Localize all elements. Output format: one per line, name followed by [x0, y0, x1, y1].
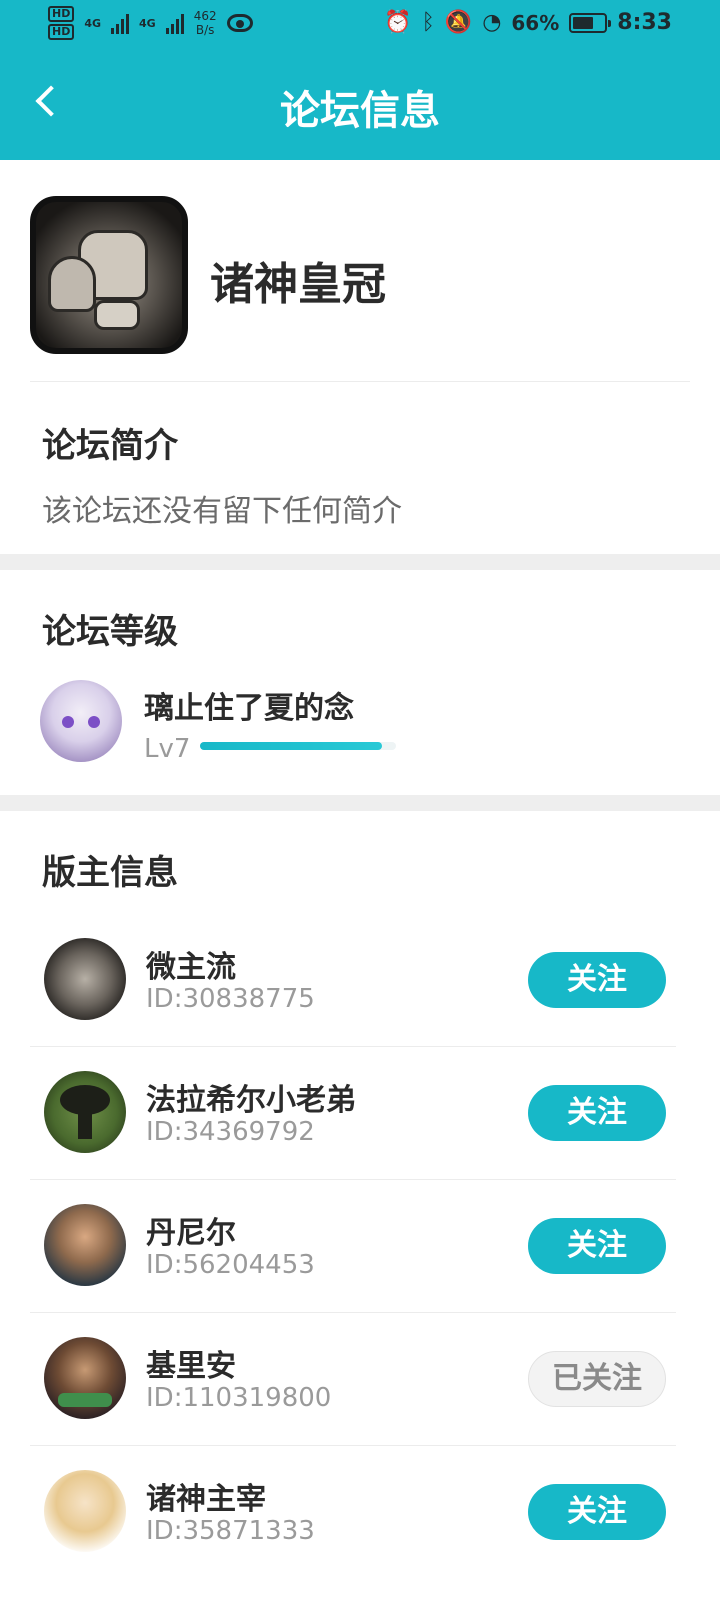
moderator-name: 诸神主宰: [146, 1482, 266, 1517]
page-title: 论坛信息: [280, 88, 440, 134]
level-user-name: 璃止住了夏的念: [144, 691, 354, 726]
follow-button[interactable]: 关注: [528, 1484, 666, 1540]
moderator-name: 基里安: [146, 1349, 236, 1384]
hd-badge-1: HD: [48, 6, 75, 22]
moderator-id: ID:34369792: [146, 1117, 315, 1147]
header-bar: HD HD 4G 4G 462 B/s ⏰ ᛒ 🔕 ◔ 66% 8:33 论坛信…: [0, 0, 720, 160]
moderator-name: 丹尼尔: [146, 1216, 236, 1251]
alarm-icon: ⏰: [384, 9, 412, 35]
intro-title: 论坛简介: [42, 426, 178, 466]
status-left: HD HD 4G 4G 462 B/s: [48, 6, 253, 40]
avatar[interactable]: [44, 938, 126, 1020]
network-speed-unit: B/s: [195, 23, 215, 37]
bell-off-icon: 🔕: [444, 9, 473, 35]
level-title: 论坛等级: [42, 612, 178, 652]
avatar[interactable]: [44, 1071, 126, 1153]
hd-indicator: HD HD: [48, 6, 75, 40]
avatar[interactable]: [44, 1337, 126, 1419]
avatar[interactable]: [44, 1470, 126, 1552]
follow-button[interactable]: 关注: [528, 952, 666, 1008]
moderator-id: ID:35871333: [146, 1516, 315, 1546]
avatar[interactable]: [44, 1204, 126, 1286]
follow-button[interactable]: 关注: [528, 1085, 666, 1141]
hd-badge-2: HD: [48, 24, 75, 40]
followed-button[interactable]: 已关注: [528, 1351, 666, 1407]
network-type-1: 4G: [84, 16, 102, 30]
section-divider: [0, 554, 720, 570]
network-type-2: 4G: [139, 16, 156, 30]
list-item: 诸神主宰 ID:35871333 关注: [30, 1446, 676, 1579]
moderator-id: ID:56204453: [146, 1250, 315, 1280]
clock: 8:33: [617, 10, 672, 35]
avatar[interactable]: [40, 680, 122, 762]
speedometer-icon: ◔: [482, 9, 502, 35]
level-label: Lv7: [144, 734, 191, 764]
status-bar: HD HD 4G 4G 462 B/s ⏰ ᛒ 🔕 ◔ 66% 8:33: [0, 0, 720, 50]
list-item: 微主流 ID:30838775 关注: [30, 914, 676, 1047]
status-right: ⏰ ᛒ 🔕 ◔ 66% 8:33: [384, 10, 672, 35]
gauntlet-shape: [94, 300, 140, 330]
list-item: 基里安 ID:110319800 已关注: [30, 1313, 676, 1446]
follow-button[interactable]: 关注: [528, 1218, 666, 1274]
eye-icon: [226, 14, 253, 32]
signal-icon: [111, 12, 130, 34]
moderator-name: 微主流: [146, 950, 236, 985]
intro-text: 该论坛还没有留下任何简介: [42, 494, 402, 529]
section-divider: [0, 795, 720, 811]
level-progress-fill: [200, 742, 383, 750]
list-item: 法拉希尔小老弟 ID:34369792 关注: [30, 1047, 676, 1180]
level-progress-bar: [200, 742, 396, 750]
helmet-shape: [48, 256, 96, 312]
battery-level: [573, 16, 594, 29]
forum-header: 诸神皇冠: [30, 196, 690, 382]
list-item: 丹尼尔 ID:56204453 关注: [30, 1180, 676, 1313]
armor-icon: [30, 196, 188, 354]
moderator-id: ID:110319800: [146, 1383, 332, 1413]
battery-icon: [569, 12, 612, 33]
bluetooth-icon: ᛒ: [421, 9, 435, 35]
moderator-name: 法拉希尔小老弟: [146, 1083, 356, 1118]
battery-percent: 66%: [511, 10, 560, 35]
forum-name: 诸神皇冠: [210, 259, 386, 310]
moderators-title: 版主信息: [42, 853, 178, 893]
signal-icon-2: [165, 12, 184, 34]
network-speed: 462 B/s: [194, 9, 217, 37]
network-speed-value: 462: [193, 9, 217, 23]
moderator-id: ID:30838775: [146, 984, 315, 1014]
